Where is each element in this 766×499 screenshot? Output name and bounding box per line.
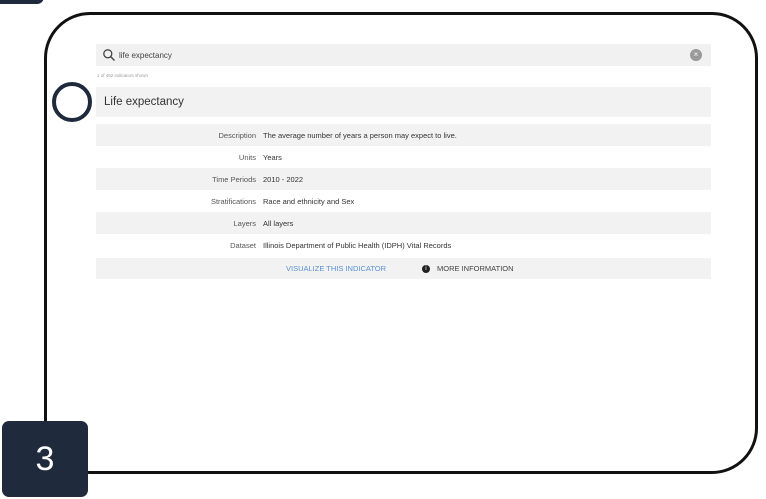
detail-row-stratifications: Stratifications Race and ethnicity and S… xyxy=(96,190,711,212)
detail-label: Stratifications xyxy=(210,196,256,206)
detail-label: Layers xyxy=(233,218,256,228)
search-bar[interactable]: life expectancy × xyxy=(96,44,711,66)
detail-value: All layers xyxy=(263,218,294,228)
search-icon xyxy=(103,49,115,61)
detail-value: Race and ethnicity and Sex xyxy=(263,196,355,206)
detail-label: Description xyxy=(218,130,256,140)
detail-value: Years xyxy=(263,152,282,162)
result-count: 1 of 492 indicators shown xyxy=(97,73,149,78)
detail-row-time-periods: Time Periods 2010 - 2022 xyxy=(96,168,711,190)
more-information-label: MORE INFORMATION xyxy=(437,264,514,273)
detail-row-dataset: Dataset Illinois Department of Public He… xyxy=(96,234,711,256)
indicator-title-row[interactable]: Life expectancy xyxy=(96,87,711,117)
detail-row-description: Description The average number of years … xyxy=(96,124,711,146)
detail-row-layers: Layers All layers xyxy=(96,212,711,234)
detail-label: Dataset xyxy=(230,240,256,250)
detail-label: Units xyxy=(238,152,256,162)
more-information-button[interactable]: i MORE INFORMATION xyxy=(422,264,514,273)
visualize-indicator-link[interactable]: VISUALIZE THIS INDICATOR xyxy=(286,264,386,273)
info-icon: i xyxy=(422,264,430,273)
step-indicator-circle xyxy=(52,82,92,122)
search-input[interactable]: life expectancy xyxy=(119,51,172,60)
step-number-badge: 3 xyxy=(2,421,88,497)
detail-row-units: Units Years xyxy=(96,146,711,168)
detail-label: Time Periods xyxy=(212,174,256,184)
detail-value: 2010 - 2022 xyxy=(263,174,304,184)
detail-value: The average number of years a person may… xyxy=(263,130,457,140)
top-tab-decoration xyxy=(0,0,44,4)
step-number: 3 xyxy=(35,439,55,478)
indicator-details: Description The average number of years … xyxy=(96,124,711,256)
clear-search-icon[interactable]: × xyxy=(690,49,702,61)
detail-value: Illinois Department of Public Health (ID… xyxy=(263,240,452,250)
indicator-actions: VISUALIZE THIS INDICATOR i MORE INFORMAT… xyxy=(96,258,711,279)
indicator-title: Life expectancy xyxy=(104,96,184,108)
